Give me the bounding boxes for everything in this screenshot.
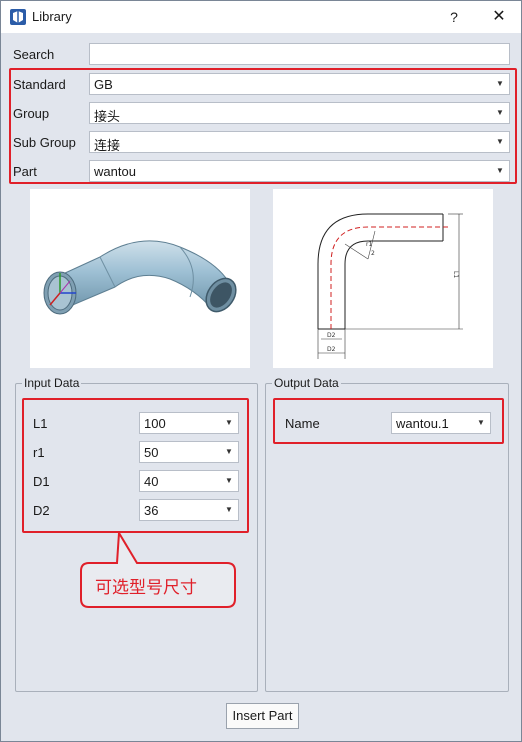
output-data-title: Output Data xyxy=(272,376,341,390)
part-label: Part xyxy=(13,164,37,179)
drawing-l1-label: L1 xyxy=(452,271,459,278)
input-data-title: Input Data xyxy=(22,376,82,390)
drawing-r1-label: r1 xyxy=(366,241,372,248)
close-icon[interactable]: ✕ xyxy=(485,5,513,29)
chevron-down-icon: ▼ xyxy=(496,166,504,175)
name-select[interactable]: wantou.1 ▼ xyxy=(391,412,491,434)
r1-label: r1 xyxy=(33,445,45,460)
help-button[interactable]: ? xyxy=(441,5,467,29)
chevron-down-icon: ▼ xyxy=(225,505,233,514)
library-app-icon xyxy=(10,9,26,25)
annotation-text: 可选型号尺寸 xyxy=(95,578,197,598)
elbow-3d-image xyxy=(43,240,237,315)
standard-label: Standard xyxy=(13,77,66,92)
chevron-down-icon: ▼ xyxy=(496,79,504,88)
chevron-down-icon: ▼ xyxy=(225,418,233,427)
drawing-r2-label: 2 xyxy=(371,250,375,257)
window-title: Library xyxy=(32,9,72,24)
chevron-down-icon: ▼ xyxy=(225,476,233,485)
l1-select[interactable]: 100 ▼ xyxy=(139,412,239,434)
part-3d-preview xyxy=(30,189,250,368)
chevron-down-icon: ▼ xyxy=(496,137,504,146)
search-input[interactable] xyxy=(89,43,510,65)
drawing-d2b-label: D2 xyxy=(327,346,336,353)
r1-select[interactable]: 50 ▼ xyxy=(139,441,239,463)
d2-label: D2 xyxy=(33,503,50,518)
chevron-down-icon: ▼ xyxy=(225,447,233,456)
title-bar: Library ? ✕ xyxy=(1,1,521,33)
chevron-down-icon: ▼ xyxy=(496,108,504,117)
elbow-drawing-image: r1 2 L1 D2 D2 xyxy=(317,213,463,359)
sub-group-select[interactable]: 连接 ▼ xyxy=(89,131,510,153)
name-label: Name xyxy=(285,416,320,431)
d1-select[interactable]: 40 ▼ xyxy=(139,470,239,492)
library-dialog: Library ? ✕ Search Standard GB ▼ Group 接… xyxy=(0,0,522,742)
standard-select[interactable]: GB ▼ xyxy=(89,73,510,95)
part-drawing-preview: r1 2 L1 D2 D2 xyxy=(273,189,493,368)
part-select[interactable]: wantou ▼ xyxy=(89,160,510,182)
insert-part-button[interactable]: Insert Part xyxy=(226,703,299,729)
chevron-down-icon: ▼ xyxy=(477,418,485,427)
group-label: Group xyxy=(13,106,50,121)
d1-label: D1 xyxy=(33,474,50,489)
group-select[interactable]: 接头 ▼ xyxy=(89,102,510,124)
search-label: Search xyxy=(13,47,55,62)
l1-label: L1 xyxy=(33,416,48,431)
sub-group-label: Sub Group xyxy=(13,135,76,150)
d2-select[interactable]: 36 ▼ xyxy=(139,499,239,521)
drawing-d2-label: D2 xyxy=(327,332,336,339)
